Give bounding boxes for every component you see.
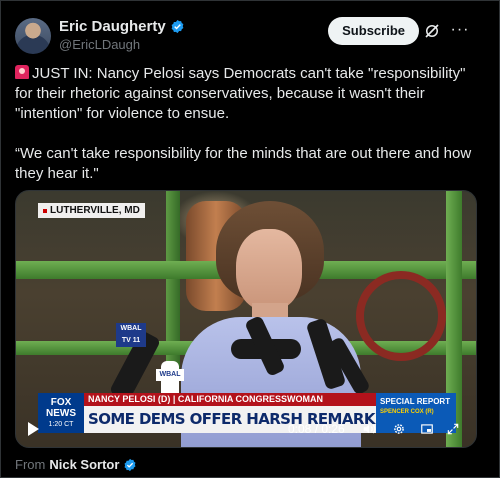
tweet-header: Eric Daugherty @EricLDaugh Subscribe ··· <box>15 14 485 58</box>
picture-in-picture-icon[interactable] <box>420 422 434 436</box>
author-handle[interactable]: @EricLDaugh <box>59 37 140 52</box>
grok-icon[interactable] <box>423 22 441 40</box>
video-controls: 0:08 / 0:26 <box>16 419 476 439</box>
fox-news-logo-text: FOX NEWS <box>46 397 76 419</box>
video-attribution: From Nick Sortor <box>15 457 137 472</box>
subscribe-button[interactable]: Subscribe <box>328 17 419 45</box>
location-text: LUTHERVILLE, MD <box>50 205 140 216</box>
special-report-subtitle: SPENCER COX (R) <box>380 409 434 415</box>
more-options-icon[interactable]: ··· <box>449 20 471 42</box>
tweet-body: JUST IN: Nancy Pelosi says Democrats can… <box>15 64 480 204</box>
attribution-source-name[interactable]: Nick Sortor <box>49 457 119 472</box>
author-display-name[interactable]: Eric Daugherty <box>59 18 166 35</box>
tweet-paragraph-2: “We can't take responsibility for the mi… <box>15 145 472 182</box>
verified-badge-icon <box>124 458 136 471</box>
mic-flag-2: WBAL <box>156 369 184 381</box>
volume-icon[interactable] <box>362 422 376 436</box>
speaker-face <box>236 229 302 311</box>
speaker-name-bar: NANCY PELOSI (D) | CALIFORNIA CONGRESSWO… <box>84 393 376 406</box>
video-time-readout: 0:08 / 0:26 <box>288 422 345 436</box>
special-report-title: SPECIAL REPORT <box>380 397 451 406</box>
location-dot-icon <box>43 208 47 213</box>
video-player[interactable]: WBAL TV 11 WBAL LUTHERVILLE, MD FOX NEWS… <box>15 190 477 448</box>
mic-flag-1: WBAL TV 11 <box>116 323 146 347</box>
background-wheel <box>356 271 446 361</box>
verified-badge-icon <box>171 19 184 34</box>
settings-icon[interactable] <box>392 422 406 436</box>
siren-icon <box>15 65 29 79</box>
attribution-prefix: From <box>15 457 46 472</box>
author-avatar[interactable] <box>15 18 51 54</box>
author-name-row[interactable]: Eric Daugherty <box>59 18 185 35</box>
location-tag: LUTHERVILLE, MD <box>38 203 145 218</box>
fullscreen-icon[interactable] <box>446 422 460 436</box>
tweet-paragraph-1: JUST IN: Nancy Pelosi says Democrats can… <box>15 64 480 124</box>
tweet-paragraph-1-text: JUST IN: Nancy Pelosi says Democrats can… <box>15 65 466 122</box>
play-icon[interactable] <box>28 422 39 436</box>
